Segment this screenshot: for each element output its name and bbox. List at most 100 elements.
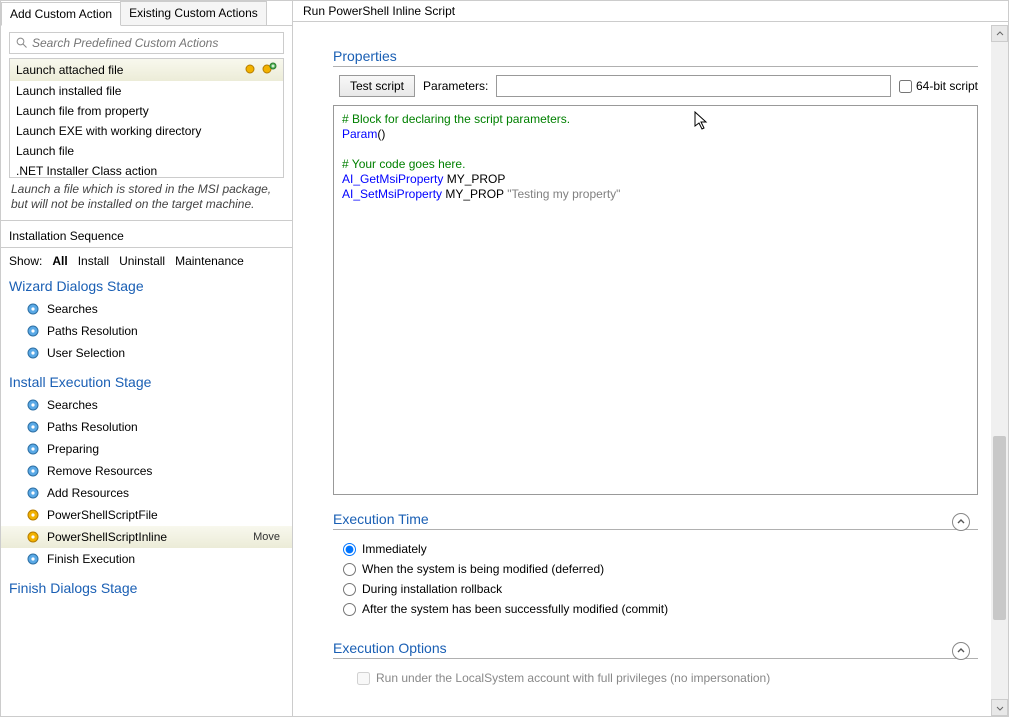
gear-icon: [25, 419, 41, 435]
gear-icon: [25, 397, 41, 413]
bit64-label: 64-bit script: [916, 79, 978, 93]
stage-item-label: Add Resources: [47, 486, 129, 500]
search-input[interactable]: [32, 36, 277, 50]
gear-icon: [25, 551, 41, 567]
exec-time-opt[interactable]: Immediately: [343, 542, 978, 556]
stage-item[interactable]: Searches: [1, 298, 292, 320]
show-label: Show:: [9, 254, 42, 268]
exec-time-options: Immediately When the system is being mod…: [333, 538, 978, 624]
stage-item[interactable]: User Selection: [1, 342, 292, 364]
exec-time-opt[interactable]: After the system has been successfully m…: [343, 602, 978, 616]
scroll-thumb[interactable]: [993, 436, 1006, 620]
radio-commit[interactable]: [343, 603, 356, 616]
install-items: Searches Paths Resolution Preparing Remo…: [1, 392, 292, 574]
move-button[interactable]: Move: [249, 531, 284, 543]
stage-header-finish[interactable]: Finish Dialogs Stage: [1, 574, 292, 598]
scroll-track[interactable]: [991, 42, 1008, 699]
radio-label: After the system has been successfully m…: [362, 602, 668, 616]
parameters-input[interactable]: [496, 75, 891, 97]
action-item[interactable]: Launch file from property: [10, 101, 283, 121]
bit64-wrap[interactable]: 64-bit script: [899, 79, 978, 93]
search-box[interactable]: [9, 32, 284, 54]
stage-item-label: Finish Execution: [47, 552, 135, 566]
radio-label: When the system is being modified (defer…: [362, 562, 604, 576]
gear-plus-icon[interactable]: [243, 62, 259, 78]
localsystem-checkbox: [357, 672, 370, 685]
action-item-icons: [243, 62, 277, 78]
sequence-title: Installation Sequence: [1, 223, 292, 245]
stage-item-label: PowerShellScriptInline: [47, 530, 167, 544]
properties-header: Properties: [333, 32, 978, 67]
action-item-label: Launch attached file: [16, 63, 123, 77]
action-item-label: .NET Installer Class action: [16, 164, 157, 178]
stage-header-wizard[interactable]: Wizard Dialogs Stage: [1, 272, 292, 296]
show-uninstall[interactable]: Uninstall: [119, 254, 165, 268]
collapse-exec-opts[interactable]: [952, 642, 970, 660]
action-item-label: Launch installed file: [16, 84, 121, 98]
exec-time-header: Execution Time: [333, 495, 978, 530]
stage-item-selected[interactable]: PowerShellScriptInline Move: [1, 526, 292, 548]
action-item-label: Launch file from property: [16, 104, 149, 118]
stage-item-label: PowerShellScriptFile: [47, 508, 158, 522]
scrollbar[interactable]: [991, 25, 1008, 716]
stage-item-label: User Selection: [47, 346, 125, 360]
show-filter-row: Show: All Install Uninstall Maintenance: [1, 250, 292, 272]
stage-item[interactable]: Remove Resources: [1, 460, 292, 482]
collapse-exec-time[interactable]: [952, 513, 970, 531]
parameters-label: Parameters:: [423, 79, 488, 93]
stage-header-install[interactable]: Install Execution Stage: [1, 368, 292, 392]
exec-time-opt[interactable]: During installation rollback: [343, 582, 978, 596]
script-editor[interactable]: # Block for declaring the script paramet…: [333, 105, 978, 495]
tabs: Add Custom Action Existing Custom Action…: [1, 1, 292, 26]
tab-existing-actions[interactable]: Existing Custom Actions: [120, 1, 267, 25]
actions-list[interactable]: Launch attached file Launch installed fi…: [9, 58, 284, 178]
exec-opts-header: Execution Options: [333, 624, 978, 659]
action-item-label: Launch EXE with working directory: [16, 124, 201, 138]
gear-add-icon[interactable]: [261, 62, 277, 78]
show-all[interactable]: All: [52, 254, 67, 268]
right-pane: Run PowerShell Inline Script Properties …: [293, 1, 1008, 716]
scroll-up-icon[interactable]: [991, 25, 1008, 42]
exec-time-opt[interactable]: When the system is being modified (defer…: [343, 562, 978, 576]
radio-label: During installation rollback: [362, 582, 502, 596]
tab-add-action[interactable]: Add Custom Action: [1, 2, 121, 26]
action-item[interactable]: Launch EXE with working directory: [10, 121, 283, 141]
action-item-label: Launch file: [16, 144, 74, 158]
stage-item-label: Preparing: [47, 442, 99, 456]
gear-yellow-icon: [25, 507, 41, 523]
radio-immediately[interactable]: [343, 543, 356, 556]
gear-icon: [25, 441, 41, 457]
bit64-checkbox[interactable]: [899, 80, 912, 93]
stage-item[interactable]: Paths Resolution: [1, 416, 292, 438]
properties-row: Test script Parameters: 64-bit script: [339, 75, 978, 97]
stage-item[interactable]: Searches: [1, 394, 292, 416]
stage-item[interactable]: Finish Execution: [1, 548, 292, 570]
stage-item[interactable]: Paths Resolution: [1, 320, 292, 342]
action-item[interactable]: .NET Installer Class action: [10, 161, 283, 178]
action-item[interactable]: Launch file: [10, 141, 283, 161]
wizard-items: Searches Paths Resolution User Selection: [1, 296, 292, 368]
search-icon: [16, 37, 28, 49]
stage-item-label: Remove Resources: [47, 464, 152, 478]
exec-opts-item: Run under the LocalSystem account with f…: [333, 667, 978, 689]
right-body: Properties Test script Parameters: 64-bi…: [293, 22, 1008, 716]
exec-opts-label: Run under the LocalSystem account with f…: [376, 671, 770, 685]
stage-item[interactable]: Add Resources: [1, 482, 292, 504]
show-install[interactable]: Install: [78, 254, 109, 268]
stage-item[interactable]: PowerShellScriptFile: [1, 504, 292, 526]
stage-item-label: Searches: [47, 398, 98, 412]
test-script-button[interactable]: Test script: [339, 75, 415, 97]
hint-text: Launch a file which is stored in the MSI…: [1, 182, 292, 218]
gear-icon: [25, 485, 41, 501]
radio-deferred[interactable]: [343, 563, 356, 576]
action-item[interactable]: Launch installed file: [10, 81, 283, 101]
right-title: Run PowerShell Inline Script: [293, 1, 1008, 22]
action-item[interactable]: Launch attached file: [10, 59, 283, 81]
scroll-down-icon[interactable]: [991, 699, 1008, 716]
show-maintenance[interactable]: Maintenance: [175, 254, 244, 268]
radio-label: Immediately: [362, 542, 427, 556]
radio-rollback[interactable]: [343, 583, 356, 596]
stage-item-label: Searches: [47, 302, 98, 316]
gear-icon: [25, 345, 41, 361]
stage-item[interactable]: Preparing: [1, 438, 292, 460]
